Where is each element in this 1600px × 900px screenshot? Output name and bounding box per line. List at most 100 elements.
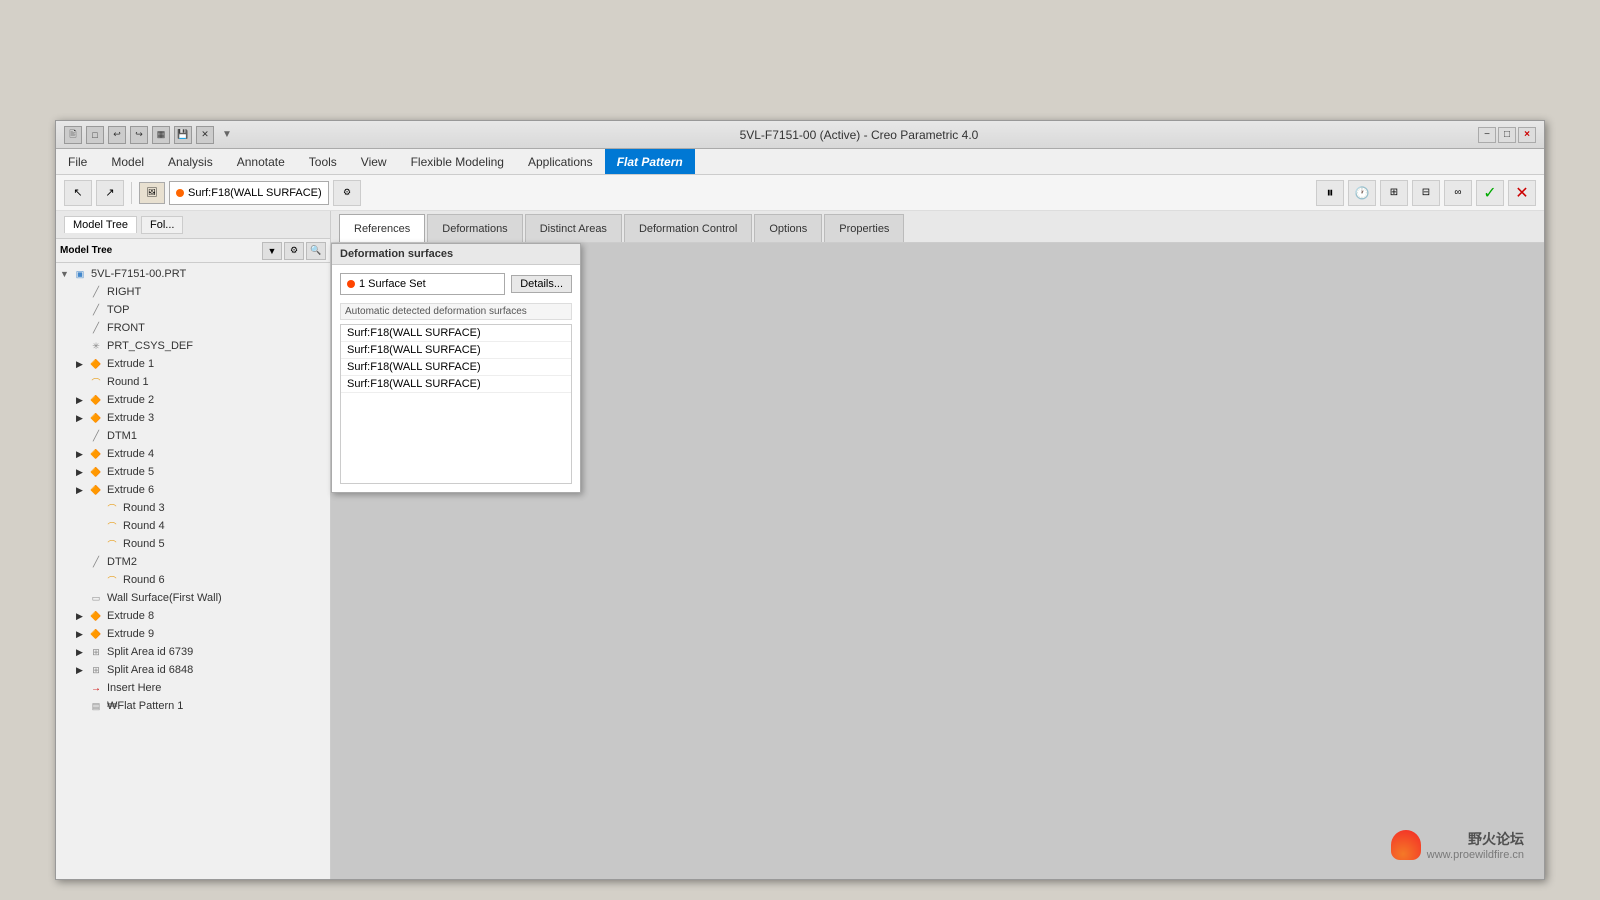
tree-item-extrude3[interactable]: ▶ 🔶 Extrude 3 bbox=[56, 409, 330, 427]
tree-item-extrude9[interactable]: ▶ 🔶 Extrude 9 bbox=[56, 625, 330, 643]
tool3-btn[interactable]: ∞ bbox=[1444, 180, 1472, 206]
redo-icon[interactable]: ↪ bbox=[130, 126, 148, 144]
model-tree-tab[interactable]: Model Tree bbox=[64, 216, 137, 233]
pause-btn[interactable]: ⏸ bbox=[1316, 180, 1344, 206]
tab-deformation-control[interactable]: Deformation Control bbox=[624, 214, 752, 242]
tree-item-dtm1[interactable]: ╱ DTM1 bbox=[56, 427, 330, 445]
tree-item-extrude2[interactable]: ▶ 🔶 Extrude 2 bbox=[56, 391, 330, 409]
tree-item-extrude1[interactable]: ▶ 🔶 Extrude 1 bbox=[56, 355, 330, 373]
tree-extrude1-label: Extrude 1 bbox=[107, 358, 154, 370]
tree-item-extrude8[interactable]: ▶ 🔶 Extrude 8 bbox=[56, 607, 330, 625]
tree-front-label: FRONT bbox=[107, 322, 145, 334]
select-btn[interactable]: ↗ bbox=[96, 180, 124, 206]
tree-filter-btn[interactable]: ▼ bbox=[262, 242, 282, 260]
tree-root-label: 5VL-F7151-00.PRT bbox=[91, 268, 186, 280]
maximize-button[interactable]: □ bbox=[1498, 127, 1516, 143]
tree-round6-label: Round 6 bbox=[123, 574, 165, 586]
menu-file[interactable]: File bbox=[56, 149, 99, 174]
watermark-logo: 野火论坛 www.proewildfire.cn bbox=[1391, 829, 1524, 861]
tree-item-round1[interactable]: ⌒ Round 1 bbox=[56, 373, 330, 391]
window-icon[interactable]: 🖹 bbox=[64, 126, 82, 144]
tree-flat-label: ₩Flat Pattern 1 bbox=[107, 700, 183, 712]
round-icon4: ⌒ bbox=[104, 519, 120, 533]
tree-item-split6739[interactable]: ▶ ⊞ Split Area id 6739 bbox=[56, 643, 330, 661]
tab-distinct-areas[interactable]: Distinct Areas bbox=[525, 214, 622, 242]
tree-item-right[interactable]: ╱ RIGHT bbox=[56, 283, 330, 301]
menu-view[interactable]: View bbox=[349, 149, 399, 174]
surface-list-item-2[interactable]: Surf:F18(WALL SURFACE) bbox=[341, 342, 571, 359]
surface-list-item-3[interactable]: Surf:F18(WALL SURFACE) bbox=[341, 359, 571, 376]
tree-split6848-label: Split Area id 6848 bbox=[107, 664, 193, 676]
folder-tab[interactable]: Fol... bbox=[141, 216, 183, 234]
dtm2-icon: ╱ bbox=[88, 555, 104, 569]
tree-round3-label: Round 3 bbox=[123, 502, 165, 514]
tree-item-flat-pattern[interactable]: ▤ ₩Flat Pattern 1 bbox=[56, 697, 330, 715]
watermark: 野火论坛 www.proewildfire.cn bbox=[1391, 829, 1524, 863]
extrude-icon2: 🔶 bbox=[88, 393, 104, 407]
confirm-btn[interactable]: ✓ bbox=[1476, 180, 1504, 206]
close-button[interactable]: × bbox=[1518, 127, 1536, 143]
round-icon1: ⌒ bbox=[88, 375, 104, 389]
menu-annotate[interactable]: Annotate bbox=[225, 149, 297, 174]
tree-search-btn[interactable]: 🔍 bbox=[306, 242, 326, 260]
minimize-button[interactable]: − bbox=[1478, 127, 1496, 143]
tab-properties[interactable]: Properties bbox=[824, 214, 904, 242]
tree-item-round4[interactable]: ⌒ Round 4 bbox=[56, 517, 330, 535]
surface-opts-btn[interactable]: ⚙ bbox=[333, 180, 361, 206]
content-area: Model Tree Fol... Model Tree ▼ ⚙ 🔍 ▼ ▣ 5… bbox=[56, 211, 1544, 879]
tree-item-extrude5[interactable]: ▶ 🔶 Extrude 5 bbox=[56, 463, 330, 481]
tree-item-round5[interactable]: ⌒ Round 5 bbox=[56, 535, 330, 553]
extrude9-expand: ▶ bbox=[76, 629, 88, 640]
left-panel: Model Tree Fol... Model Tree ▼ ⚙ 🔍 ▼ ▣ 5… bbox=[56, 211, 331, 879]
extrude4-expand: ▶ bbox=[76, 449, 88, 460]
surface-list-item-4[interactable]: Surf:F18(WALL SURFACE) bbox=[341, 376, 571, 393]
tree-item-extrude4[interactable]: ▶ 🔶 Extrude 4 bbox=[56, 445, 330, 463]
tree-item-dtm2[interactable]: ╱ DTM2 bbox=[56, 553, 330, 571]
tree-item-front[interactable]: ╱ FRONT bbox=[56, 319, 330, 337]
cursor-btn[interactable]: ↖ bbox=[64, 180, 92, 206]
tree-item-round3[interactable]: ⌒ Round 3 bbox=[56, 499, 330, 517]
extrude-icon6: 🔶 bbox=[88, 483, 104, 497]
menu-flat-pattern[interactable]: Flat Pattern bbox=[605, 149, 695, 174]
tree-item-insert[interactable]: → Insert Here bbox=[56, 679, 330, 697]
cancel-btn[interactable]: ✕ bbox=[1508, 180, 1536, 206]
undo-icon[interactable]: ↩ bbox=[108, 126, 126, 144]
surface-set-input[interactable]: 1 Surface Set bbox=[340, 273, 505, 295]
tree-item-round6[interactable]: ⌒ Round 6 bbox=[56, 571, 330, 589]
menu-applications[interactable]: Applications bbox=[516, 149, 605, 174]
tool2-btn[interactable]: ⊟ bbox=[1412, 180, 1440, 206]
surface-icon[interactable]: 🖼 bbox=[139, 182, 165, 204]
surf-selector[interactable]: Surf:F18(WALL SURFACE) bbox=[169, 181, 329, 205]
tree-item-csys[interactable]: ✳ PRT_CSYS_DEF bbox=[56, 337, 330, 355]
tool1-btn[interactable]: ⊞ bbox=[1380, 180, 1408, 206]
menu-analysis[interactable]: Analysis bbox=[156, 149, 225, 174]
surface-list-item-1[interactable]: Surf:F18(WALL SURFACE) bbox=[341, 325, 571, 342]
round-icon6: ⌒ bbox=[104, 573, 120, 587]
new-icon[interactable]: □ bbox=[86, 126, 104, 144]
tree-split6739-label: Split Area id 6739 bbox=[107, 646, 193, 658]
tree-item-wall-surface[interactable]: ▭ Wall Surface(First Wall) bbox=[56, 589, 330, 607]
menu-flexible-modeling[interactable]: Flexible Modeling bbox=[399, 149, 516, 174]
extrude-icon9: 🔶 bbox=[88, 627, 104, 641]
details-button[interactable]: Details... bbox=[511, 275, 572, 293]
tree-root[interactable]: ▼ ▣ 5VL-F7151-00.PRT bbox=[56, 265, 330, 283]
watermark-brand: 野火论坛 www.proewildfire.cn bbox=[1427, 829, 1524, 861]
tab-deformations[interactable]: Deformations bbox=[427, 214, 522, 242]
tab-references[interactable]: References bbox=[339, 214, 425, 242]
split-icon2: ⊞ bbox=[88, 663, 104, 677]
tree-settings-btn[interactable]: ⚙ bbox=[284, 242, 304, 260]
surface-set-label: 1 Surface Set bbox=[359, 278, 426, 290]
menu-model[interactable]: Model bbox=[99, 149, 156, 174]
clock-btn[interactable]: 🕐 bbox=[1348, 180, 1376, 206]
tree-item-split6848[interactable]: ▶ ⊞ Split Area id 6848 bbox=[56, 661, 330, 679]
tree-item-extrude6[interactable]: ▶ 🔶 Extrude 6 bbox=[56, 481, 330, 499]
print-icon[interactable]: ✕ bbox=[196, 126, 214, 144]
tree-item-top[interactable]: ╱ TOP bbox=[56, 301, 330, 319]
save-icon[interactable]: 💾 bbox=[174, 126, 192, 144]
tree-extrude2-label: Extrude 2 bbox=[107, 394, 154, 406]
quick-access-arrow[interactable]: ▼ bbox=[222, 129, 232, 140]
tab-options[interactable]: Options bbox=[754, 214, 822, 242]
csys-icon: ✳ bbox=[88, 339, 104, 353]
grid-icon[interactable]: ▦ bbox=[152, 126, 170, 144]
menu-tools[interactable]: Tools bbox=[297, 149, 349, 174]
